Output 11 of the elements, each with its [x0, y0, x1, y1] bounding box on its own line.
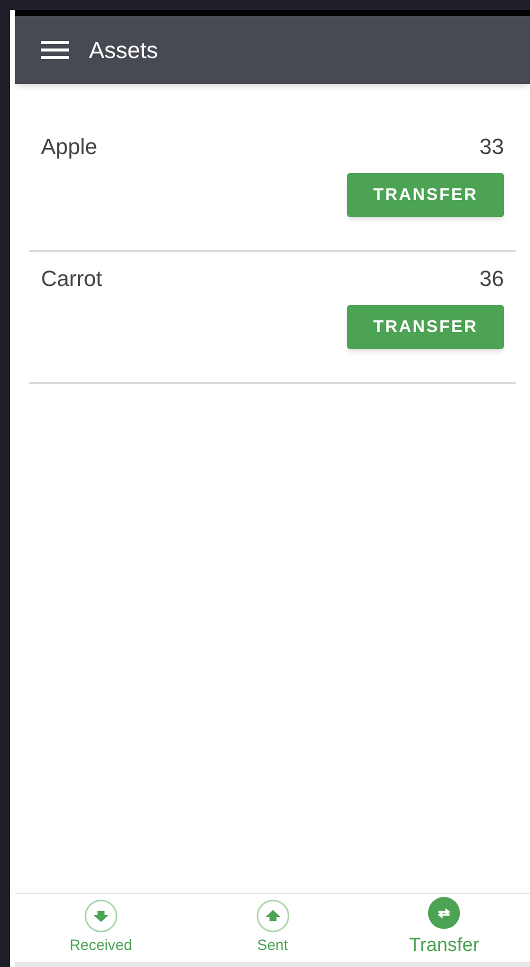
- app-title: Assets: [89, 36, 158, 65]
- asset-name: Carrot: [41, 265, 102, 293]
- nav-tab[interactable]: Transfer: [358, 894, 530, 962]
- nav-tab[interactable]: Received: [15, 894, 187, 962]
- asset-amount: 33: [480, 133, 504, 161]
- transfer-button[interactable]: TRANSFER: [347, 173, 504, 217]
- menu-icon[interactable]: [41, 41, 69, 59]
- asset-amount: 36: [480, 265, 504, 293]
- transfer-button[interactable]: TRANSFER: [347, 305, 504, 349]
- asset-name: Apple: [41, 133, 98, 161]
- nav-tab[interactable]: Sent: [186, 894, 358, 962]
